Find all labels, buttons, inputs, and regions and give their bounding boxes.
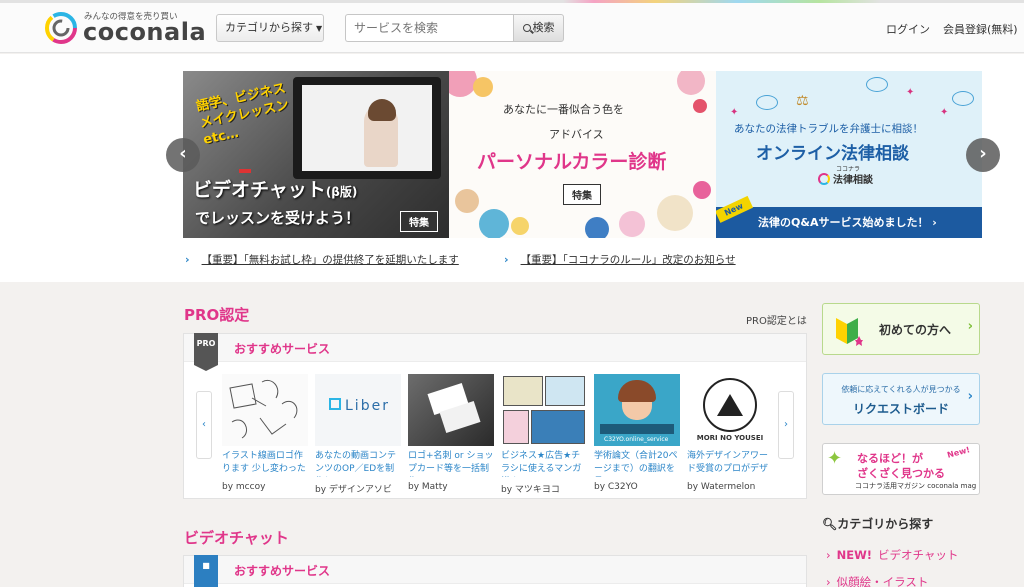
banner-color-line2: アドバイス [549, 128, 604, 141]
pro-flag-badge: PRO [194, 333, 218, 371]
request-board-label: リクエストボード [852, 402, 949, 416]
pro-panel-title: おすすめサービス [234, 342, 331, 356]
video-recommended-panel: ■ おすすめサービス [183, 555, 807, 587]
pro-about-link[interactable]: PRO認定とは [746, 312, 807, 327]
pro-carousel-next[interactable]: › [778, 391, 794, 459]
search-input[interactable] [345, 14, 513, 42]
search-button[interactable]: 検索 [513, 14, 564, 42]
speech-bubble-icon [952, 91, 974, 106]
pro-carousel-prev[interactable]: ‹ [196, 391, 212, 459]
video-section-title: ビデオチャット [184, 529, 289, 547]
service-item[interactable]: ロゴ+名刺 or ショップカード等を一括制作 by Matty [408, 374, 494, 492]
coconala-mag-button[interactable]: ✦ なるほど！が ざくざく見つかる ココナラ活用マガジン coconala ma… [822, 443, 980, 495]
search-icon [522, 24, 531, 32]
line-art-image [229, 380, 298, 439]
laptop-screen-image [293, 77, 441, 179]
request-board-subtitle: 依頼に応えてくれる人が見つかる [841, 385, 961, 394]
pro-recommended-panel: PRO おすすめサービス ‹ › イラスト線画ロゴ作ります 少し変わったロ by… [183, 333, 807, 499]
chevron-right-icon: › [967, 389, 973, 404]
speech-bubble-icon [756, 95, 778, 110]
sparkle-icon: ✦ [940, 107, 949, 118]
service-item[interactable]: MORI NO YOUSEI 海外デザインアワード受賞のプロがデザイン by W… [687, 374, 773, 492]
logo-wordmark: coconala [83, 18, 207, 46]
coconala-mark-icon [818, 173, 830, 185]
service-thumbnail [222, 374, 308, 446]
service-thumbnail [501, 374, 587, 446]
logo-mark-icon [45, 12, 77, 44]
signup-link[interactable]: 会員登録(無料) [943, 21, 1018, 37]
mag-line2: ざくざく見つかる [857, 467, 945, 480]
hero-carousel: 語学、ビジネス メイクレッスン etc… ビデオチャット(β版) でレッスンを受… [0, 54, 1024, 282]
banner-personal-color[interactable]: あなたに一番似合う色を アドバイス パーソナルカラー診断 特集 [449, 71, 716, 238]
beginner-guide-button[interactable]: 初めての方へ › [822, 303, 980, 355]
chevron-right-icon: › [185, 253, 190, 266]
notice-link-2[interactable]: › 【重要】「ココナラのルール」改定のお知らせ [504, 252, 736, 267]
carousel-next-button[interactable]: › [966, 138, 1000, 172]
banner-legal-line1: あなたの法律トラブルを弁護士に相談！ [734, 123, 923, 135]
banner-video-subtitle: でレッスンを受けよう！ [195, 209, 361, 227]
mag-new-badge: New! [946, 445, 971, 460]
banner-video-badge: 特集 [400, 211, 438, 232]
site-logo[interactable]: みんなの得意を売り買い coconala [44, 7, 207, 49]
banner-legal-bar: 法律のQ&Aサービス始めました！ › [716, 207, 982, 238]
header: みんなの得意を売り買い coconala カテゴリから探す▼ 検索 ログイン 会… [0, 3, 1024, 53]
chevron-right-icon: › [504, 253, 509, 266]
category-dropdown-label: カテゴリから探す [225, 21, 313, 34]
side-category-heading: 🔍︎カテゴリから探す [822, 517, 934, 531]
banner-video-chat[interactable]: 語学、ビジネス メイクレッスン etc… ビデオチャット(β版) でレッスンを受… [183, 71, 449, 238]
search-icon: 🔍︎ [822, 517, 838, 531]
search-button-label: 検索 [532, 21, 555, 34]
service-item[interactable]: Liber あなたの動画コンテンツのOP／EDを制作し by デザインアソビ [315, 374, 401, 495]
carousel-prev-button[interactable]: ‹ [166, 138, 200, 172]
beginner-guide-label: 初めての方へ [879, 323, 952, 337]
video-camera-icon: ■ [194, 555, 218, 587]
service-item[interactable]: C32YO.online_service 学術論文（合計20ページまで）の翻訳を… [594, 374, 680, 492]
banner-color-badge: 特集 [563, 184, 601, 205]
sparkle-icon: ✦ [730, 107, 739, 118]
request-board-button[interactable]: 依頼に応えてくれる人が見つかる リクエストボード › [822, 373, 980, 425]
speech-bubble-icon [866, 77, 888, 92]
notice-link-1[interactable]: › 【重要】「無料お試し枠」の提供終了を延期いたします [185, 252, 459, 267]
service-thumbnail [408, 374, 494, 446]
lightbulb-icon: ✦ [827, 448, 843, 469]
chevron-right-icon: › [967, 319, 973, 334]
banner-color-line1: あなたに一番似合う色を [503, 103, 624, 116]
service-thumbnail: C32YO.online_service [594, 374, 680, 446]
banner-video-beta: (β版) [325, 185, 358, 199]
banner-legal-title: オンライン法律相談 [756, 144, 909, 164]
pro-section-title: PRO認定 [184, 306, 250, 324]
service-item[interactable]: ビジネス★広告★チラシに使えるマンガ描き by マツキヨコ [501, 374, 587, 495]
service-thumbnail: Liber [315, 374, 401, 446]
side-category-item[interactable]: › NEW! ビデオチャット [826, 547, 958, 563]
caret-down-icon: ▼ [316, 24, 323, 33]
banner-legal-sublogo: ココナラ 法律相談 [818, 166, 873, 186]
sparkle-icon: ✦ [906, 87, 915, 98]
category-dropdown-button[interactable]: カテゴリから探す ▼ [216, 14, 324, 42]
chevron-right-icon: › [826, 548, 831, 562]
beginner-mark-icon [836, 318, 863, 346]
banner-color-title: パーソナルカラー診断 [477, 151, 667, 173]
mag-line1: なるほど！が [857, 452, 923, 465]
mag-subtitle: ココナラ活用マガジン coconala mag [855, 482, 977, 490]
banner-legal-consult[interactable]: ✦ ✦ ✦ ⚖ あなたの法律トラブルを弁護士に相談！ オンライン法律相談 ココナ… [716, 71, 982, 238]
service-thumbnail: MORI NO YOUSEI [687, 374, 773, 446]
login-link[interactable]: ログイン [886, 21, 930, 37]
scales-icon: ⚖ [796, 93, 809, 109]
side-category-item[interactable]: › 似顔絵・イラスト [826, 574, 928, 587]
chevron-right-icon: › [826, 575, 831, 587]
service-item[interactable]: イラスト線画ロゴ作ります 少し変わったロ by mccoy [222, 374, 308, 492]
video-panel-title: おすすめサービス [234, 564, 331, 578]
banner-video-title: ビデオチャット [193, 179, 326, 201]
